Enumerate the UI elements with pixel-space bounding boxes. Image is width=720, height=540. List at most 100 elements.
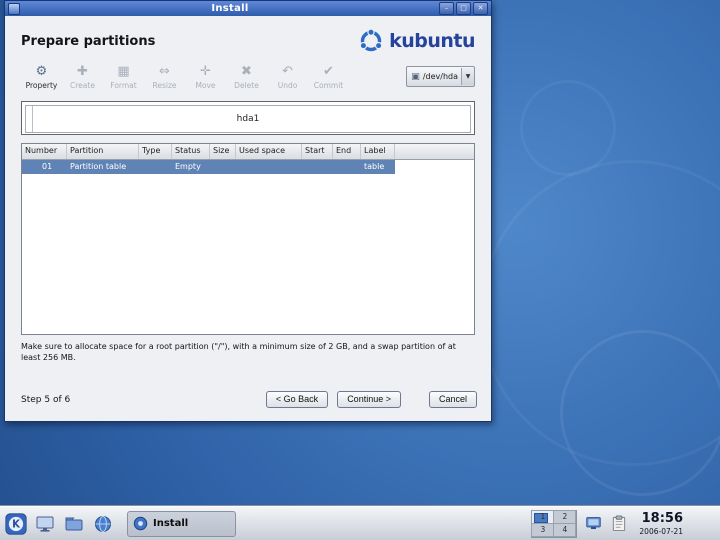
pager-desktop-4[interactable]: 4 <box>553 523 576 537</box>
format-icon: ▦ <box>103 64 144 79</box>
close-button[interactable] <box>473 2 488 15</box>
pager-number: 1 <box>541 512 546 521</box>
desktop-icon <box>35 514 55 534</box>
kmenu-button[interactable]: K <box>5 513 27 535</box>
maximize-button[interactable] <box>456 2 471 15</box>
display-icon <box>585 515 602 532</box>
toolbar-button-commit: ✔ Commit <box>308 62 349 92</box>
table-cell <box>139 160 172 174</box>
table-body: 01Partition table Empty table <box>22 160 474 174</box>
pager-desktop-2[interactable]: 2 <box>553 510 576 524</box>
partition-label: hda1 <box>237 114 260 124</box>
undo-icon: ↶ <box>267 64 308 79</box>
install-app-icon <box>133 516 148 531</box>
globe-icon <box>93 514 113 534</box>
toolbar-button-create: ✚ Create <box>62 62 103 92</box>
show-desktop-button[interactable] <box>34 513 56 535</box>
delete-icon: ✖ <box>226 64 267 79</box>
toolbar-button-undo: ↶Undo <box>267 62 308 92</box>
task-button-label: Install <box>153 518 188 529</box>
web-browser-button[interactable] <box>92 513 114 535</box>
page-title: Prepare partitions <box>21 34 155 49</box>
clock-time: 18:56 <box>642 512 683 525</box>
minimize-button[interactable] <box>439 2 454 15</box>
commit-icon: ✔ <box>308 64 349 79</box>
wallpaper-ring <box>520 80 616 176</box>
clipboard-icon <box>611 515 627 532</box>
svg-text:K: K <box>12 519 21 530</box>
column-header-start[interactable]: Start <box>302 144 333 159</box>
column-header-partition[interactable]: Partition <box>67 144 139 159</box>
table-header: NumberPartitionTypeStatusSizeUsed spaceS… <box>22 144 474 160</box>
taskbar: K Install 1 2 3 4 <box>0 506 720 540</box>
toolbar-buttons: ⚙Property✚Create▦Format⇔Resize✛Move✖Dele… <box>21 62 349 92</box>
kde-gear-icon: K <box>5 511 27 537</box>
folder-icon <box>64 514 84 534</box>
disk-icon: ▣ <box>411 72 420 82</box>
chevron-down-icon <box>461 68 474 85</box>
table-row[interactable]: 01Partition table Empty table <box>22 160 395 174</box>
column-header-status[interactable]: Status <box>172 144 210 159</box>
column-header-used-space[interactable]: Used space <box>236 144 302 159</box>
desktop-pager: 1 2 3 4 <box>531 510 577 538</box>
move-icon: ✛ <box>185 64 226 79</box>
column-header-type[interactable]: Type <box>139 144 172 159</box>
create-icon: ✚ <box>62 64 103 79</box>
table-cell: Empty <box>172 160 210 174</box>
panel-applet-icon[interactable] <box>693 513 715 535</box>
window-title: Install <box>23 3 437 14</box>
column-header-label[interactable]: Label <box>361 144 395 159</box>
pager-number: 3 <box>541 525 546 534</box>
wrench-icon: ⚙ <box>21 64 62 79</box>
kubuntu-logo: kubuntu <box>358 28 475 54</box>
toolbar-button-label: Resize <box>144 81 185 90</box>
task-button-install[interactable]: Install <box>127 511 236 537</box>
continue-button[interactable]: Continue > <box>337 391 401 408</box>
step-indicator: Step 5 of 6 <box>21 395 70 405</box>
wallpaper-ring <box>560 330 720 496</box>
clock-applet[interactable]: 18:56 2006-07-21 <box>635 512 687 536</box>
toolbar-button-label: Create <box>62 81 103 90</box>
go-back-button[interactable]: < Go Back <box>266 391 328 408</box>
tray-klipper-icon[interactable] <box>609 514 629 534</box>
toolbar: ⚙Property✚Create▦Format⇔Resize✛Move✖Dele… <box>21 62 475 92</box>
pager-number: 2 <box>563 512 568 521</box>
toolbar-button-label: Delete <box>226 81 267 90</box>
column-header-number[interactable]: Number <box>22 144 67 159</box>
column-header-end[interactable]: End <box>333 144 361 159</box>
clock-date: 2006-07-21 <box>639 528 683 536</box>
cancel-button[interactable]: Cancel <box>429 391 477 408</box>
hint-text: Make sure to allocate space for a root p… <box>21 341 473 363</box>
toolbar-button-format: ▦ Format <box>103 62 144 92</box>
install-window: Install Prepare partitions kubuntu ⚙Prop… <box>4 0 492 422</box>
device-select-value: /dev/hda <box>423 72 458 81</box>
table-cell <box>210 160 236 174</box>
device-select[interactable]: ▣ /dev/hda <box>406 66 475 87</box>
table-cell: Partition table <box>67 160 139 174</box>
pager-number: 4 <box>563 525 568 534</box>
table-cell: table <box>361 160 395 174</box>
toolbar-button-label: Move <box>185 81 226 90</box>
toolbar-button-move: ✛ Move <box>185 62 226 92</box>
window-content: Prepare partitions kubuntu ⚙Property✚ Cre… <box>5 16 491 419</box>
table-cell <box>236 160 302 174</box>
kubuntu-logo-icon <box>358 28 384 54</box>
window-menu-icon[interactable] <box>8 3 20 15</box>
pager-desktop-3[interactable]: 3 <box>531 523 554 537</box>
partition-visual-bar[interactable]: hda1 <box>21 101 475 135</box>
toolbar-button-delete: ✖ Delete <box>226 62 267 92</box>
pager-desktop-1[interactable]: 1 <box>531 510 554 524</box>
toolbar-button-label: Commit <box>308 81 349 90</box>
toolbar-button-property[interactable]: ⚙Property <box>21 62 62 92</box>
table-cell <box>302 160 333 174</box>
table-cell: 01 <box>22 160 67 174</box>
table-cell <box>333 160 361 174</box>
column-header-size[interactable]: Size <box>210 144 236 159</box>
tray-display-icon[interactable] <box>583 514 603 534</box>
toolbar-button-label: Format <box>103 81 144 90</box>
titlebar[interactable]: Install <box>5 1 491 16</box>
file-manager-button[interactable] <box>63 513 85 535</box>
brand-text: kubuntu <box>389 30 475 52</box>
action-row: Step 5 of 6 < Go Back Continue > Cancel <box>21 391 477 408</box>
partition-segment: hda1 <box>25 105 471 133</box>
